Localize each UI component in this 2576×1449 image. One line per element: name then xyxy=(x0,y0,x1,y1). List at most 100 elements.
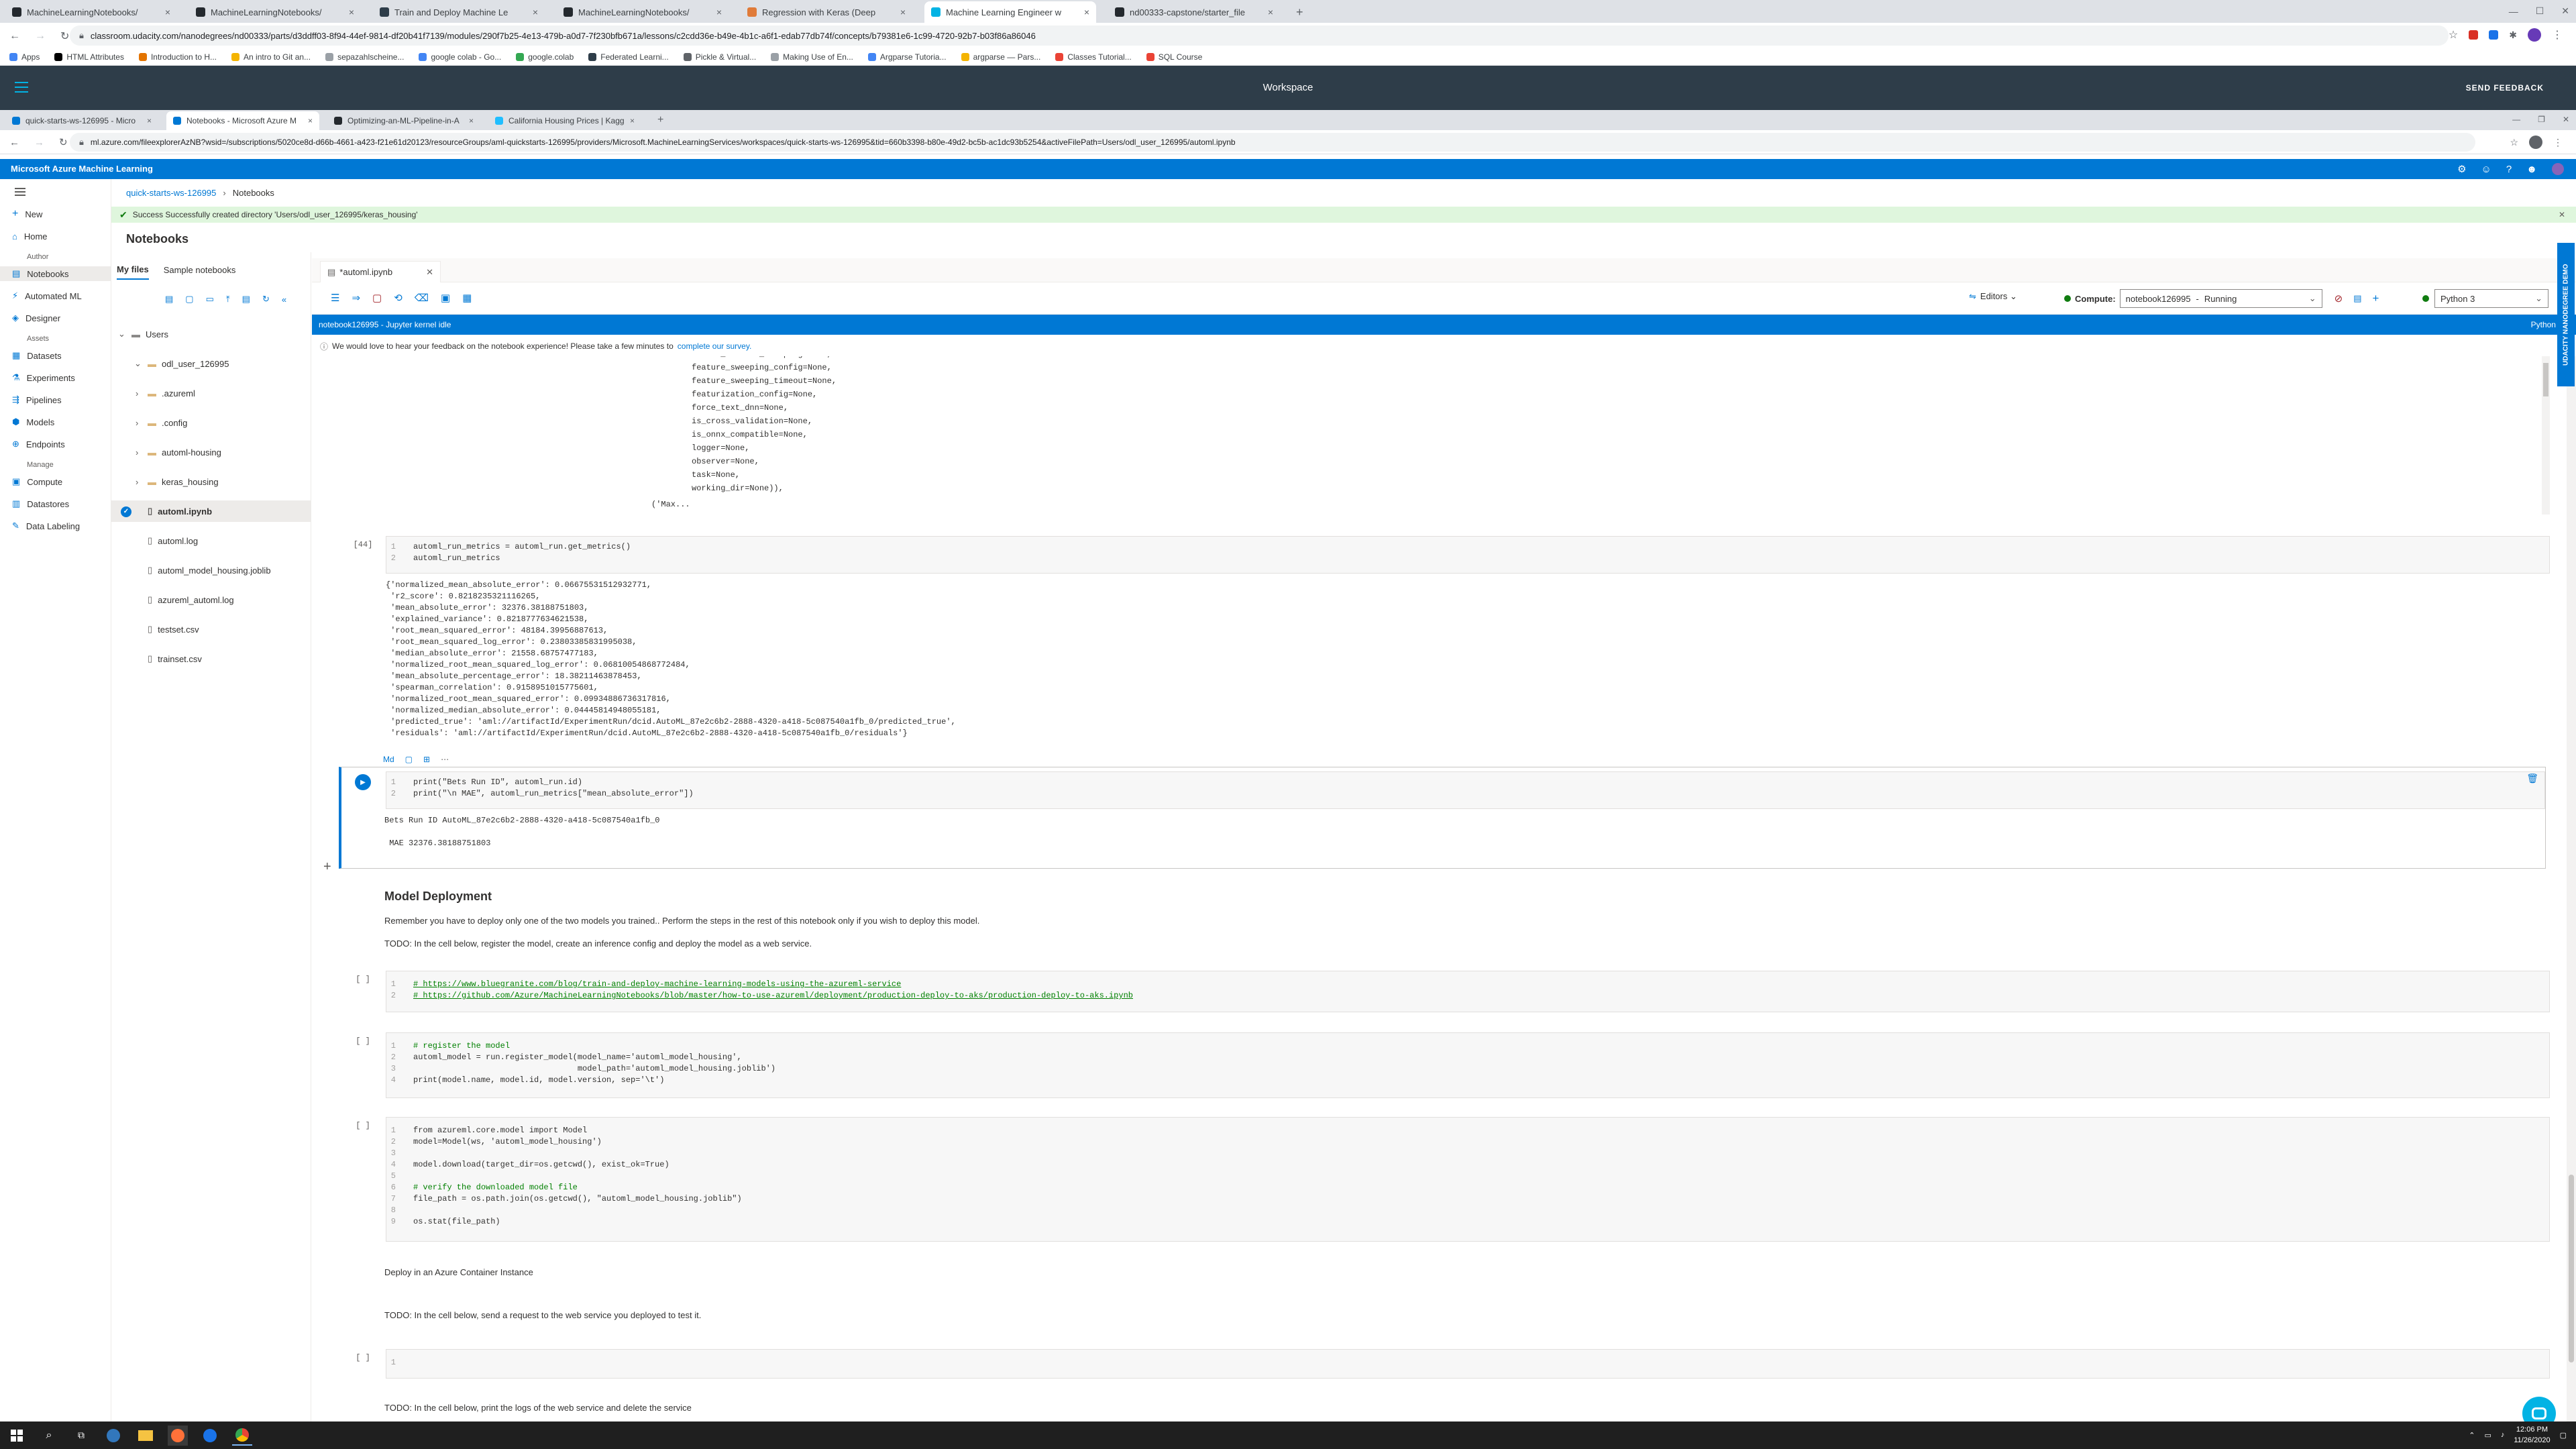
file-tree-item[interactable]: ▯ trainset.csv xyxy=(111,648,311,669)
cell-copy-icon[interactable]: ▢ xyxy=(405,755,413,764)
nav-experiments[interactable]: ⚗︎ Experiments xyxy=(12,370,75,385)
code-cell-current[interactable]: ▶ 1 print("Bets Run ID", automl_run.id) 2 p… xyxy=(339,767,2546,869)
restart-kernel-icon[interactable]: ⟲ xyxy=(394,292,402,304)
folder-user-dir[interactable]: ⌄ ▬ odl_user_126995 xyxy=(111,353,311,374)
run-all-icon[interactable]: ☰ xyxy=(331,292,339,304)
add-cell-icon[interactable]: + xyxy=(323,859,331,875)
file-tree-item[interactable]: ▯ automl.log xyxy=(111,530,311,551)
close-tab-icon[interactable]: × xyxy=(1084,7,1089,17)
cell-code-editor[interactable]: 1 xyxy=(386,1349,2550,1379)
outer-url-field[interactable]: 🔒︎ classroom.udacity.com/nanodegrees/nd0… xyxy=(70,25,2449,46)
file-tree-item[interactable]: ▯ automl_model_housing.joblib xyxy=(111,559,311,581)
cell-code-editor[interactable]: 1 # https://www.bluegranite.com/blog/trai… xyxy=(386,971,2550,1012)
profile-avatar[interactable] xyxy=(2528,28,2541,42)
extension-icon-blue[interactable] xyxy=(2489,30,2499,40)
new-notebook-icon[interactable]: ▢ xyxy=(185,294,193,305)
run-cells-icon[interactable]: ⇒ xyxy=(352,292,360,304)
file-explorer-icon[interactable] xyxy=(136,1426,156,1446)
clock[interactable]: 12:06 PM 11/26/2020 xyxy=(2514,1424,2550,1446)
inner-browser-tab[interactable]: Optimizing-an-ML-Pipeline-in-A × xyxy=(327,111,480,130)
windows-start-icon[interactable] xyxy=(7,1426,27,1446)
file-tree-item[interactable]: › ▬ .azureml xyxy=(111,382,311,404)
breadcrumb-workspace[interactable]: quick-starts-ws-126995 xyxy=(126,188,216,198)
inner-url-field[interactable]: 🔒︎ ml.azure.com/fileexplorerAzNB?wsid=/s… xyxy=(70,133,2475,152)
bookmark-item[interactable]: google.colab xyxy=(516,52,574,62)
bookmark-item[interactable]: An intro to Git an... xyxy=(231,52,311,62)
cell-code-editor[interactable]: 1 from azureml.core.model import Model 2 mo… xyxy=(386,1117,2550,1242)
edge-icon[interactable] xyxy=(103,1426,123,1446)
udacity-demo-side-tab[interactable]: UDACITY NANODEGREE DEMO xyxy=(2557,243,2575,386)
delete-cell-icon[interactable]: 🗑︎ xyxy=(2526,773,2538,784)
stop-icon[interactable]: ▢ xyxy=(372,292,382,304)
close-tab-icon[interactable]: ✕ xyxy=(426,267,433,278)
compute-details-icon[interactable]: ▤ xyxy=(2353,293,2361,304)
star-icon[interactable]: ☆ xyxy=(2449,28,2458,42)
search-icon[interactable]: ⌕ xyxy=(39,1426,59,1446)
notebook-tab-automl[interactable]: ▤ *automl.ipynb ✕ xyxy=(320,261,441,282)
inner-minimize-icon[interactable]: — xyxy=(2512,115,2520,124)
dismiss-success-icon[interactable]: ✕ xyxy=(2559,210,2565,219)
inner-reload-icon[interactable]: ↻ xyxy=(59,136,68,148)
notifications-icon[interactable]: ⚙︎ xyxy=(2457,163,2466,175)
notebook-scrollbar[interactable] xyxy=(2567,356,2576,1421)
bookmark-item[interactable]: Argparse Tutoria... xyxy=(867,52,947,62)
code-cell-44[interactable]: [44] 1 automl_run_metrics = automl_run.ge… xyxy=(343,536,2550,757)
nav-endpoints[interactable]: ⊕ Endpoints xyxy=(12,437,65,451)
bookmark-item[interactable]: Pickle & Virtual... xyxy=(683,52,756,62)
volume-icon[interactable]: ♪ xyxy=(2501,1431,2505,1439)
inner-back-icon[interactable]: ← xyxy=(9,137,19,148)
close-tab-icon[interactable]: × xyxy=(900,7,906,17)
output-scrollbar[interactable] xyxy=(2542,356,2550,515)
extensions-puzzle-icon[interactable]: ✱ xyxy=(2509,30,2517,41)
inner-profile-avatar[interactable] xyxy=(2529,136,2542,149)
close-tab-icon[interactable]: × xyxy=(165,7,170,17)
firefox-icon[interactable] xyxy=(168,1425,188,1446)
folder-users[interactable]: ⌄ ▬ Users xyxy=(111,323,311,345)
nav-data-labeling[interactable]: ✎ Data Labeling xyxy=(12,519,80,533)
nav-new[interactable]: + New xyxy=(12,207,42,221)
inner-close-window-icon[interactable]: ✕ xyxy=(2563,115,2569,124)
code-cell-links[interactable]: [ ] 1 # https://www.bluegranite.com/blog/… xyxy=(343,971,2550,1012)
bookmark-item[interactable]: Federated Learni... xyxy=(588,52,669,62)
bookmark-item[interactable]: HTML Attributes xyxy=(54,52,124,62)
close-tab-icon[interactable]: × xyxy=(308,116,313,125)
file-tree-item[interactable]: ✓ ▯ automl.ipynb xyxy=(111,500,311,522)
user-avatar[interactable] xyxy=(2552,163,2564,175)
nav-models[interactable]: ⬢ Models xyxy=(12,415,54,429)
browser-tab[interactable]: MachineLearningNotebooks/ × xyxy=(5,1,177,23)
nav-datastores[interactable]: ▥ Datastores xyxy=(12,496,69,511)
chrome-menu-icon[interactable]: ⋮ xyxy=(2552,28,2563,42)
close-tab-icon[interactable]: × xyxy=(469,116,474,125)
back-icon[interactable]: ← xyxy=(9,30,20,42)
new-tab-button[interactable]: + xyxy=(1296,5,1303,19)
app-icon[interactable] xyxy=(200,1426,220,1446)
new-folder-icon[interactable]: ▭ xyxy=(206,294,214,305)
collapse-all-icon[interactable]: « xyxy=(282,294,286,305)
inner-forward-icon[interactable]: → xyxy=(34,137,44,148)
maximize-icon[interactable]: ☐ xyxy=(2536,5,2544,17)
help-icon[interactable]: ? xyxy=(2506,164,2512,175)
browser-tab[interactable]: MachineLearningNotebooks/ × xyxy=(557,1,729,23)
inner-browser-tab[interactable]: California Housing Prices | Kagg × xyxy=(488,111,641,130)
file-tree-item[interactable]: ▯ azureml_automl.log xyxy=(111,589,311,610)
upload-folder-icon[interactable]: ▤ xyxy=(242,294,250,305)
browser-tab[interactable]: MachineLearningNotebooks/ × xyxy=(189,1,361,23)
refresh-icon[interactable]: ↻ xyxy=(262,294,270,305)
more-options-icon[interactable]: ⋯ xyxy=(441,755,449,764)
run-cell-button[interactable]: ▶ xyxy=(355,774,371,790)
file-tree-item[interactable]: › ▬ keras_housing xyxy=(111,471,311,492)
cell-code-editor[interactable]: 1 automl_run_metrics = automl_run.get_met… xyxy=(386,536,2550,574)
close-tab-icon[interactable]: × xyxy=(1268,7,1273,17)
survey-link[interactable]: complete our survey. xyxy=(678,341,752,351)
browser-tab[interactable]: Regression with Keras (Deep × xyxy=(741,1,912,23)
kernel-select[interactable]: Python 3 ⌄ xyxy=(2434,289,2548,308)
inner-star-icon[interactable]: ☆ xyxy=(2510,137,2518,148)
cell-code-editor[interactable]: 1 print("Bets Run ID", automl_run.id) 2 pri… xyxy=(386,771,2545,809)
tab-my-files[interactable]: My files xyxy=(117,264,149,280)
stop-compute-icon[interactable]: ⊘ xyxy=(2334,292,2343,305)
forward-icon[interactable]: → xyxy=(35,30,46,42)
bookmark-item[interactable]: argparse — Pars... xyxy=(961,52,1040,62)
file-tree-item[interactable]: › ▬ automl-housing xyxy=(111,441,311,463)
bookmark-item[interactable]: Classes Tutorial... xyxy=(1055,52,1132,62)
extension-icon-red[interactable] xyxy=(2469,30,2479,40)
